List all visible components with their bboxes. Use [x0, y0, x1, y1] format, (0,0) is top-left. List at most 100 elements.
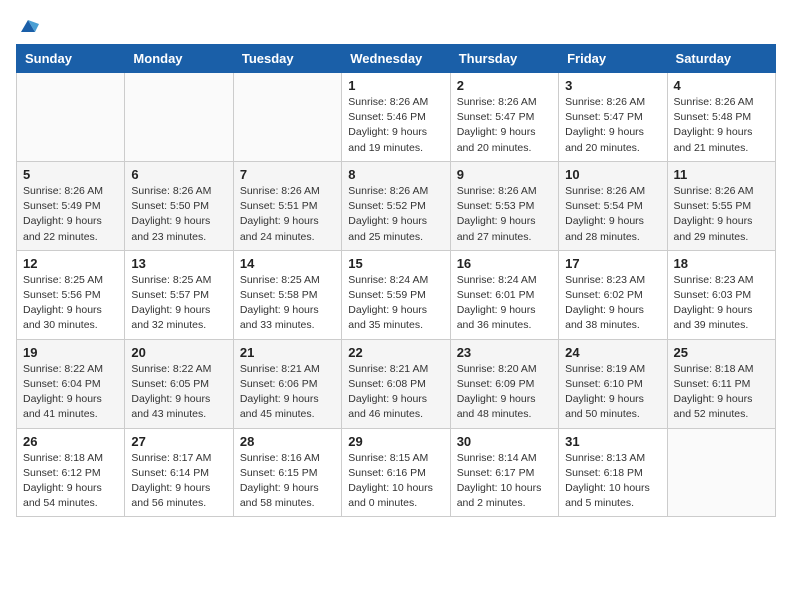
day-info: Sunrise: 8:26 AMSunset: 5:47 PMDaylight:…: [457, 95, 552, 156]
calendar-cell: [17, 73, 125, 162]
day-info: Sunrise: 8:26 AMSunset: 5:46 PMDaylight:…: [348, 95, 443, 156]
day-number: 4: [674, 78, 769, 93]
calendar-table: SundayMondayTuesdayWednesdayThursdayFrid…: [16, 44, 776, 517]
calendar-cell: 2 Sunrise: 8:26 AMSunset: 5:47 PMDaylight…: [450, 73, 558, 162]
calendar-cell: 29 Sunrise: 8:15 AMSunset: 6:16 PMDayligh…: [342, 428, 450, 517]
day-number: 31: [565, 434, 660, 449]
calendar-cell: 22 Sunrise: 8:21 AMSunset: 6:08 PMDayligh…: [342, 339, 450, 428]
calendar-cell: [125, 73, 233, 162]
weekday-header-wednesday: Wednesday: [342, 45, 450, 73]
day-number: 22: [348, 345, 443, 360]
day-number: 30: [457, 434, 552, 449]
calendar-cell: [233, 73, 341, 162]
calendar-cell: 9 Sunrise: 8:26 AMSunset: 5:53 PMDaylight…: [450, 161, 558, 250]
weekday-header-row: SundayMondayTuesdayWednesdayThursdayFrid…: [17, 45, 776, 73]
page: SundayMondayTuesdayWednesdayThursdayFrid…: [0, 0, 792, 533]
day-number: 14: [240, 256, 335, 271]
day-info: Sunrise: 8:15 AMSunset: 6:16 PMDaylight:…: [348, 451, 443, 512]
day-number: 12: [23, 256, 118, 271]
day-number: 15: [348, 256, 443, 271]
day-info: Sunrise: 8:20 AMSunset: 6:09 PMDaylight:…: [457, 362, 552, 423]
day-info: Sunrise: 8:26 AMSunset: 5:48 PMDaylight:…: [674, 95, 769, 156]
day-info: Sunrise: 8:24 AMSunset: 5:59 PMDaylight:…: [348, 273, 443, 334]
day-number: 1: [348, 78, 443, 93]
calendar-cell: 1 Sunrise: 8:26 AMSunset: 5:46 PMDaylight…: [342, 73, 450, 162]
calendar-cell: 10 Sunrise: 8:26 AMSunset: 5:54 PMDayligh…: [559, 161, 667, 250]
weekday-header-friday: Friday: [559, 45, 667, 73]
day-number: 17: [565, 256, 660, 271]
day-number: 26: [23, 434, 118, 449]
day-number: 25: [674, 345, 769, 360]
calendar-cell: 27 Sunrise: 8:17 AMSunset: 6:14 PMDayligh…: [125, 428, 233, 517]
calendar-cell: [667, 428, 775, 517]
day-info: Sunrise: 8:21 AMSunset: 6:08 PMDaylight:…: [348, 362, 443, 423]
day-info: Sunrise: 8:26 AMSunset: 5:49 PMDaylight:…: [23, 184, 118, 245]
day-number: 28: [240, 434, 335, 449]
day-info: Sunrise: 8:26 AMSunset: 5:51 PMDaylight:…: [240, 184, 335, 245]
calendar-cell: 25 Sunrise: 8:18 AMSunset: 6:11 PMDayligh…: [667, 339, 775, 428]
calendar-cell: 31 Sunrise: 8:13 AMSunset: 6:18 PMDayligh…: [559, 428, 667, 517]
calendar-cell: 13Sunrise: 8:25 AMSunset: 5:57 PMDayligh…: [125, 250, 233, 339]
calendar-week-row: 19Sunrise: 8:22 AMSunset: 6:04 PMDayligh…: [17, 339, 776, 428]
calendar-cell: 19Sunrise: 8:22 AMSunset: 6:04 PMDayligh…: [17, 339, 125, 428]
day-number: 6: [131, 167, 226, 182]
day-info: Sunrise: 8:17 AMSunset: 6:14 PMDaylight:…: [131, 451, 226, 512]
day-info: Sunrise: 8:18 AMSunset: 6:11 PMDaylight:…: [674, 362, 769, 423]
day-number: 24: [565, 345, 660, 360]
calendar-cell: 18 Sunrise: 8:23 AMSunset: 6:03 PMDayligh…: [667, 250, 775, 339]
calendar-cell: 26 Sunrise: 8:18 AMSunset: 6:12 PMDayligh…: [17, 428, 125, 517]
day-info: Sunrise: 8:26 AMSunset: 5:47 PMDaylight:…: [565, 95, 660, 156]
day-info: Sunrise: 8:19 AMSunset: 6:10 PMDaylight:…: [565, 362, 660, 423]
calendar-cell: 15 Sunrise: 8:24 AMSunset: 5:59 PMDayligh…: [342, 250, 450, 339]
calendar-cell: 23 Sunrise: 8:20 AMSunset: 6:09 PMDayligh…: [450, 339, 558, 428]
day-number: 13: [131, 256, 226, 271]
day-info: Sunrise: 8:26 AMSunset: 5:52 PMDaylight:…: [348, 184, 443, 245]
day-info: Sunrise: 8:22 AMSunset: 6:05 PMDaylight:…: [131, 362, 226, 423]
day-number: 2: [457, 78, 552, 93]
day-number: 27: [131, 434, 226, 449]
day-info: Sunrise: 8:26 AMSunset: 5:54 PMDaylight:…: [565, 184, 660, 245]
calendar-week-row: 1 Sunrise: 8:26 AMSunset: 5:46 PMDaylight…: [17, 73, 776, 162]
day-number: 23: [457, 345, 552, 360]
day-number: 11: [674, 167, 769, 182]
day-number: 9: [457, 167, 552, 182]
calendar-cell: 20Sunrise: 8:22 AMSunset: 6:05 PMDayligh…: [125, 339, 233, 428]
calendar-cell: 30 Sunrise: 8:14 AMSunset: 6:17 PMDayligh…: [450, 428, 558, 517]
day-number: 18: [674, 256, 769, 271]
calendar-cell: 16 Sunrise: 8:24 AMSunset: 6:01 PMDayligh…: [450, 250, 558, 339]
day-number: 5: [23, 167, 118, 182]
day-number: 10: [565, 167, 660, 182]
day-info: Sunrise: 8:18 AMSunset: 6:12 PMDaylight:…: [23, 451, 118, 512]
calendar-week-row: 12 Sunrise: 8:25 AMSunset: 5:56 PMDayligh…: [17, 250, 776, 339]
day-info: Sunrise: 8:23 AMSunset: 6:03 PMDaylight:…: [674, 273, 769, 334]
calendar-cell: 11 Sunrise: 8:26 AMSunset: 5:55 PMDayligh…: [667, 161, 775, 250]
day-info: Sunrise: 8:26 AMSunset: 5:53 PMDaylight:…: [457, 184, 552, 245]
calendar-cell: 12 Sunrise: 8:25 AMSunset: 5:56 PMDayligh…: [17, 250, 125, 339]
calendar-week-row: 26 Sunrise: 8:18 AMSunset: 6:12 PMDayligh…: [17, 428, 776, 517]
day-info: Sunrise: 8:26 AMSunset: 5:55 PMDaylight:…: [674, 184, 769, 245]
day-info: Sunrise: 8:14 AMSunset: 6:17 PMDaylight:…: [457, 451, 552, 512]
day-info: Sunrise: 8:23 AMSunset: 6:02 PMDaylight:…: [565, 273, 660, 334]
day-info: Sunrise: 8:13 AMSunset: 6:18 PMDaylight:…: [565, 451, 660, 512]
weekday-header-thursday: Thursday: [450, 45, 558, 73]
day-info: Sunrise: 8:25 AMSunset: 5:58 PMDaylight:…: [240, 273, 335, 334]
weekday-header-tuesday: Tuesday: [233, 45, 341, 73]
header: [16, 16, 776, 32]
weekday-header-monday: Monday: [125, 45, 233, 73]
calendar-cell: 21 Sunrise: 8:21 AMSunset: 6:06 PMDayligh…: [233, 339, 341, 428]
calendar-cell: 4 Sunrise: 8:26 AMSunset: 5:48 PMDaylight…: [667, 73, 775, 162]
day-info: Sunrise: 8:24 AMSunset: 6:01 PMDaylight:…: [457, 273, 552, 334]
day-info: Sunrise: 8:21 AMSunset: 6:06 PMDaylight:…: [240, 362, 335, 423]
day-info: Sunrise: 8:26 AMSunset: 5:50 PMDaylight:…: [131, 184, 226, 245]
day-info: Sunrise: 8:22 AMSunset: 6:04 PMDaylight:…: [23, 362, 118, 423]
calendar-cell: 28Sunrise: 8:16 AMSunset: 6:15 PMDayligh…: [233, 428, 341, 517]
day-number: 21: [240, 345, 335, 360]
calendar-cell: 24 Sunrise: 8:19 AMSunset: 6:10 PMDayligh…: [559, 339, 667, 428]
calendar-cell: 3 Sunrise: 8:26 AMSunset: 5:47 PMDaylight…: [559, 73, 667, 162]
day-number: 29: [348, 434, 443, 449]
day-info: Sunrise: 8:25 AMSunset: 5:56 PMDaylight:…: [23, 273, 118, 334]
day-number: 16: [457, 256, 552, 271]
weekday-header-saturday: Saturday: [667, 45, 775, 73]
day-number: 3: [565, 78, 660, 93]
calendar-week-row: 5 Sunrise: 8:26 AMSunset: 5:49 PMDaylight…: [17, 161, 776, 250]
